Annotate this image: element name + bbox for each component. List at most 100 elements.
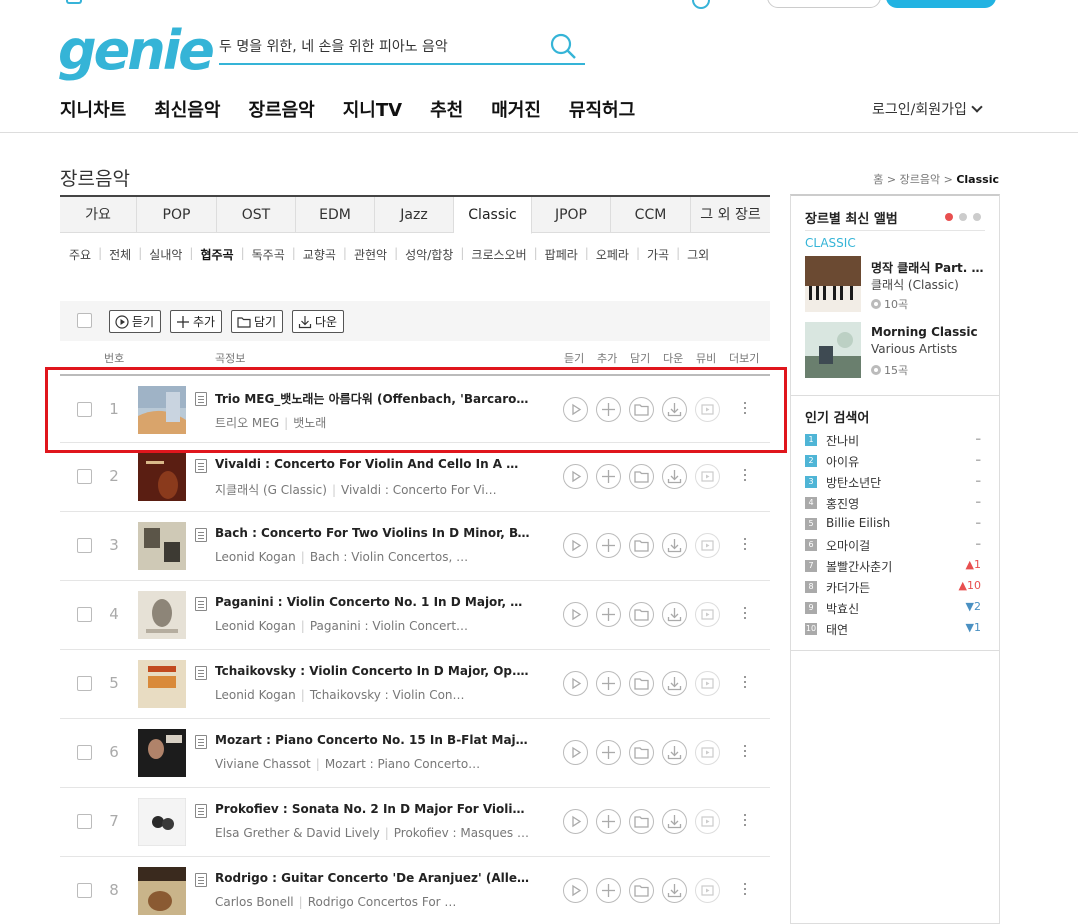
album-artist[interactable]: 클래식 (Classic) <box>871 276 989 293</box>
save-button[interactable] <box>629 602 654 627</box>
download-button[interactable] <box>662 809 687 834</box>
song-artist[interactable]: Leonid Kogan <box>215 688 296 702</box>
subtab-vocal-choir[interactable]: 성악/합창 <box>398 246 460 263</box>
save-button[interactable] <box>629 878 654 903</box>
album-cover[interactable] <box>138 660 186 708</box>
song-artist[interactable]: Elsa Grether & David Lively <box>215 826 380 840</box>
more-options-icon[interactable] <box>743 400 747 418</box>
tab-pop[interactable]: POP <box>137 197 217 233</box>
play-button[interactable] <box>563 740 588 765</box>
breadcrumb-genre[interactable]: 장르음악 <box>900 173 940 186</box>
save-selected-button[interactable]: 담기 <box>231 310 284 333</box>
subtab-crossover[interactable]: 크로스오버 <box>464 246 533 263</box>
song-row[interactable]: 3 Bach : Concerto For Two Violins In D M… <box>60 512 770 581</box>
play-button[interactable] <box>563 464 588 489</box>
download-button[interactable] <box>662 533 687 558</box>
download-selected-button[interactable]: 다운 <box>292 310 345 333</box>
more-options-icon[interactable] <box>743 536 747 554</box>
popular-search-item[interactable]: 3 방탄소년단 – <box>805 472 981 493</box>
keyword[interactable]: 볼빨간사춘기 <box>826 558 892 575</box>
song-row[interactable]: 5 Tchaikovsky : Violin Concerto In D Maj… <box>60 650 770 719</box>
keyword[interactable]: 태연 <box>826 621 848 638</box>
subtab-main[interactable]: 주요 <box>60 246 98 263</box>
download-button[interactable] <box>662 740 687 765</box>
breadcrumb-home[interactable]: 홈 <box>873 173 883 186</box>
keyword[interactable]: 박효신 <box>826 600 859 617</box>
song-checkbox[interactable] <box>77 538 92 553</box>
subtab-art-song[interactable]: 가곡 <box>640 246 676 263</box>
song-row[interactable]: 8 Rodrigo : Guitar Concerto 'De Aranjuez… <box>60 857 770 924</box>
play-button[interactable] <box>563 878 588 903</box>
album-title[interactable]: 명작 클래식 Part. … <box>871 259 989 276</box>
popular-search-item[interactable]: 1 잔나비 – <box>805 430 981 451</box>
lyrics-icon[interactable] <box>195 528 207 542</box>
song-title[interactable]: Mozart : Piano Concerto No. 15 In B-Flat… <box>215 733 530 747</box>
save-button[interactable] <box>629 809 654 834</box>
album-artist[interactable]: Various Artists <box>871 342 989 356</box>
nav-latest[interactable]: 최신음악 <box>154 96 220 122</box>
song-artist[interactable]: 트리오 MEG <box>215 416 279 430</box>
subtab-all[interactable]: 전체 <box>102 246 138 263</box>
song-album[interactable]: Prokofiev : Masques & S… <box>394 826 535 840</box>
album-cover[interactable] <box>138 798 186 846</box>
keyword[interactable]: 잔나비 <box>826 432 859 449</box>
lyrics-icon[interactable] <box>195 666 207 680</box>
lyrics-icon[interactable] <box>195 873 207 887</box>
song-row[interactable]: 2 Vivaldi : Concerto For Violin And Cell… <box>60 443 770 512</box>
download-button[interactable] <box>662 671 687 696</box>
music-video-button[interactable] <box>695 809 720 834</box>
tab-classic[interactable]: Classic <box>454 197 532 234</box>
tab-kpop[interactable]: 가요 <box>60 197 137 233</box>
lyrics-icon[interactable] <box>195 392 207 406</box>
nav-recommend[interactable]: 추천 <box>430 96 463 122</box>
popular-search-item[interactable]: 2 아이유 – <box>805 451 981 472</box>
song-artist[interactable]: Leonid Kogan <box>215 619 296 633</box>
save-button[interactable] <box>629 740 654 765</box>
song-checkbox[interactable] <box>77 402 92 417</box>
popular-search-item[interactable]: 8 카더가든 ▲10 <box>805 577 981 598</box>
album-cover[interactable] <box>805 256 861 312</box>
song-album[interactable]: Mozart : Piano Concerto… <box>325 757 480 771</box>
latest-album-item[interactable]: Morning Classic Various Artists 15곡 <box>805 322 995 378</box>
song-album[interactable]: Tchaikovsky : Violin Con… <box>310 688 465 702</box>
song-checkbox[interactable] <box>77 814 92 829</box>
music-video-button[interactable] <box>695 464 720 489</box>
play-button[interactable] <box>563 397 588 422</box>
song-artist[interactable]: Carlos Bonell <box>215 895 294 909</box>
music-video-button[interactable] <box>695 878 720 903</box>
more-options-icon[interactable] <box>743 881 747 899</box>
add-button[interactable] <box>596 740 621 765</box>
tab-jpop[interactable]: JPOP <box>532 197 611 233</box>
song-title[interactable]: Paganini : Violin Concerto No. 1 In D Ma… <box>215 595 530 609</box>
album-cover[interactable] <box>805 322 861 378</box>
add-button[interactable] <box>596 602 621 627</box>
download-button[interactable] <box>662 602 687 627</box>
save-button[interactable] <box>629 671 654 696</box>
carousel-dot[interactable] <box>959 213 967 221</box>
lyrics-icon[interactable] <box>195 804 207 818</box>
more-options-icon[interactable] <box>743 743 747 761</box>
popular-search-item[interactable]: 5 Billie Eilish – <box>805 514 981 535</box>
popular-search-item[interactable]: 7 볼빨간사춘기 ▲1 <box>805 556 981 577</box>
play-button[interactable] <box>563 671 588 696</box>
subtab-concerto[interactable]: 협주곡 <box>193 246 240 263</box>
lyrics-icon[interactable] <box>195 597 207 611</box>
save-button[interactable] <box>629 464 654 489</box>
song-title[interactable]: Bach : Concerto For Two Violins In D Min… <box>215 526 530 540</box>
song-album[interactable]: Rodrigo Concertos For … <box>308 895 457 909</box>
song-title[interactable]: Rodrigo : Guitar Concerto 'De Aranjuez' … <box>215 871 530 885</box>
keyword[interactable]: Billie Eilish <box>826 516 890 530</box>
keyword[interactable]: 카더가든 <box>826 579 870 596</box>
login-link[interactable]: 로그인/회원가입 <box>872 99 983 119</box>
popular-search-item[interactable]: 9 박효신 ▼2 <box>805 598 981 619</box>
tab-jazz[interactable]: Jazz <box>375 197 454 233</box>
song-title[interactable]: Vivaldi : Concerto For Violin And Cello … <box>215 457 530 471</box>
download-button[interactable] <box>662 397 687 422</box>
album-cover[interactable] <box>138 386 186 434</box>
song-checkbox[interactable] <box>77 607 92 622</box>
tab-other-genres[interactable]: 그 외 장르 <box>691 197 770 233</box>
carousel-dot[interactable] <box>945 213 953 221</box>
keyword[interactable]: 홍진영 <box>826 495 859 512</box>
popular-search-item[interactable]: 4 홍진영 – <box>805 493 981 514</box>
music-video-button[interactable] <box>695 397 720 422</box>
